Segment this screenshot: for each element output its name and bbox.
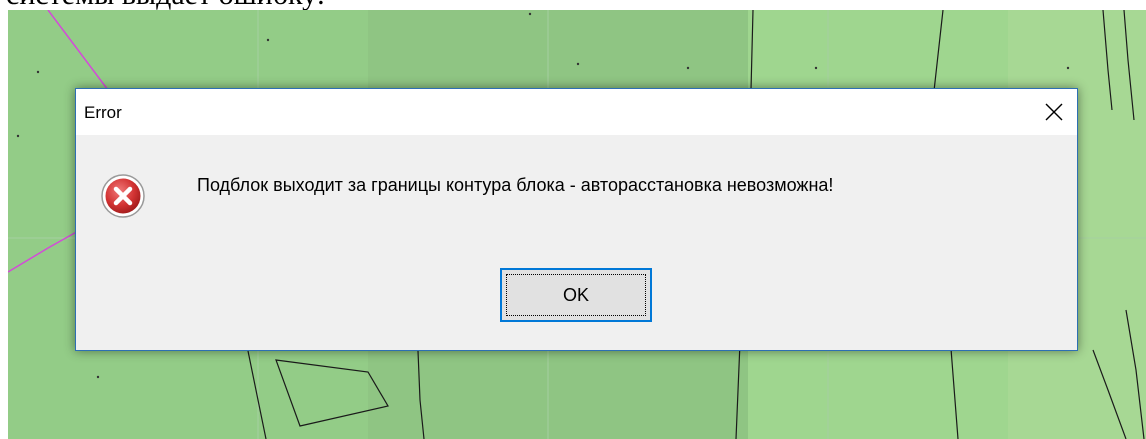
error-message: Подблок выходит за границы контура блока…	[197, 175, 834, 195]
ok-button[interactable]: OK	[500, 268, 652, 322]
error-icon	[101, 174, 145, 218]
ok-button-label: OK	[562, 284, 589, 305]
close-button[interactable]	[1031, 89, 1077, 135]
dialog-title: Error	[84, 103, 122, 122]
close-icon	[1045, 103, 1063, 121]
dialog-titlebar[interactable]: Error	[76, 89, 1077, 135]
error-dialog: Error Подблок выходит за границы контура…	[75, 88, 1078, 351]
document-caption: системы выдает ошибку:	[6, 0, 325, 10]
